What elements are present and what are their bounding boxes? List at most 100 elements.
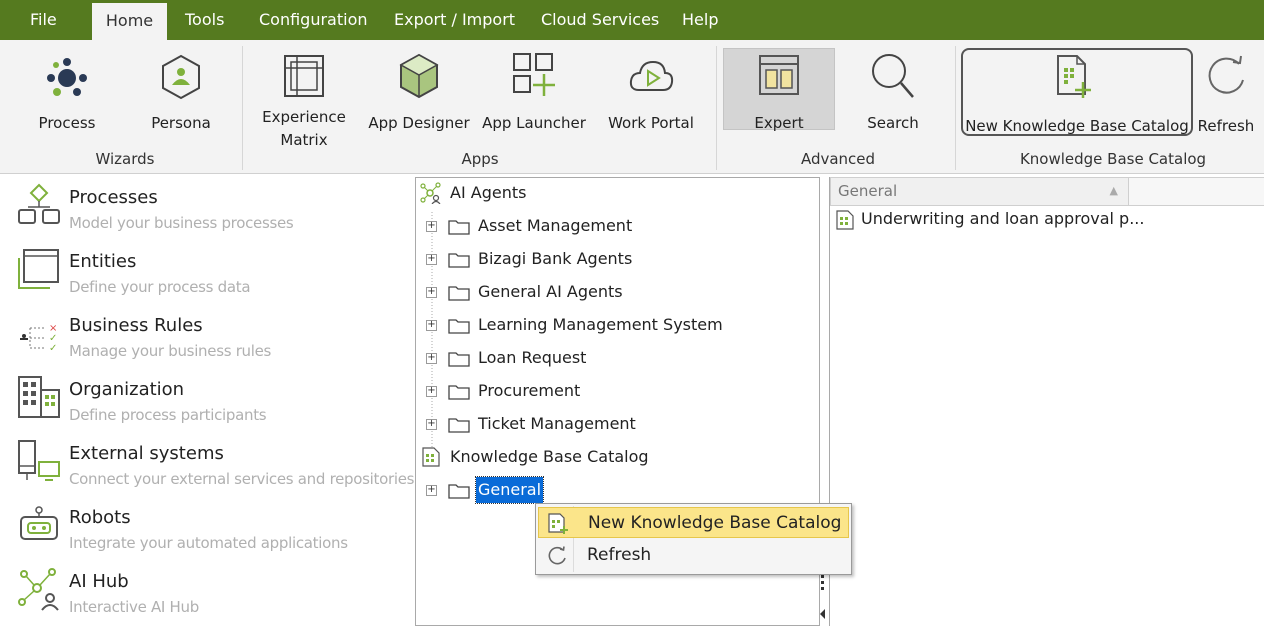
- tree-label: AI Agents: [450, 183, 527, 202]
- list-item-label: Underwriting and loan approval p...: [861, 209, 1145, 228]
- detail-list-panel: General ▲ Underwriting and loan approval…: [829, 177, 1264, 626]
- experience-matrix-button[interactable]: Experience Matrix: [258, 48, 350, 149]
- nav-title: Organization: [69, 379, 185, 400]
- tree-label: Loan Request: [478, 348, 587, 367]
- organization-icon: [18, 376, 60, 418]
- menu-tab-cloud-services[interactable]: Cloud Services: [541, 0, 659, 40]
- kb-catalog-icon: [836, 210, 854, 230]
- folder-icon: [448, 352, 470, 367]
- column-header-empty: [1129, 177, 1264, 206]
- tree-node-kb-catalog[interactable]: Knowledge Base Catalog: [420, 444, 780, 470]
- tree-folder[interactable]: + Learning Management System: [426, 312, 786, 338]
- tree-folder[interactable]: + Bizagi Bank Agents: [426, 246, 786, 272]
- tree-folder[interactable]: + General AI Agents: [426, 279, 786, 305]
- search-button[interactable]: Search: [848, 48, 938, 138]
- menu-tab-file[interactable]: File: [30, 0, 57, 40]
- expand-icon[interactable]: +: [426, 320, 437, 331]
- process-label: Process: [38, 114, 96, 132]
- menu-tab-configuration[interactable]: Configuration: [259, 0, 368, 40]
- expand-icon[interactable]: +: [426, 254, 437, 265]
- tree-folder-general[interactable]: + General: [426, 476, 786, 504]
- context-menu-label: New Knowledge Base Catalog: [588, 513, 842, 533]
- tree-node-ai-agents[interactable]: AI Agents: [420, 180, 720, 206]
- refresh-label: Refresh: [1197, 117, 1255, 135]
- group-label-kb-catalog: Knowledge Base Catalog: [1019, 150, 1207, 168]
- nav-item-ai-hub[interactable]: AI Hub Interactive AI Hub: [0, 558, 414, 622]
- nav-title: External systems: [69, 443, 224, 464]
- group-label-wizards: Wizards: [95, 150, 155, 168]
- expert-button[interactable]: Expert: [723, 48, 835, 138]
- expand-icon[interactable]: +: [426, 287, 437, 298]
- folder-icon: [448, 418, 470, 433]
- work-portal-button[interactable]: Work Portal: [600, 48, 702, 138]
- nav-item-external-systems[interactable]: External systems Connect your external s…: [0, 430, 414, 494]
- nav-title: Robots: [69, 507, 131, 528]
- tree-folder[interactable]: + Ticket Management: [426, 411, 786, 437]
- expand-icon[interactable]: +: [426, 485, 437, 496]
- sort-up-icon: ▲: [1109, 184, 1118, 197]
- group-label-apps: Apps: [461, 150, 499, 168]
- menu-tab-home[interactable]: Home: [92, 3, 167, 40]
- app-designer-label: App Designer: [368, 114, 470, 132]
- scroll-splitter[interactable]: [818, 573, 827, 626]
- nav-item-processes[interactable]: Processes Model your business processes: [0, 174, 414, 238]
- work-portal-label: Work Portal: [608, 114, 694, 132]
- left-navigation: Processes Model your business processes …: [0, 174, 414, 626]
- tree-label: Asset Management: [478, 216, 633, 235]
- context-menu-new-kb-catalog[interactable]: New Knowledge Base Catalog: [538, 507, 849, 538]
- expand-icon[interactable]: +: [426, 353, 437, 364]
- nav-subtitle: Manage your business rules: [69, 342, 272, 360]
- experience-matrix-label-2: Matrix: [280, 131, 328, 149]
- search-label: Search: [867, 114, 919, 132]
- tree-label: Learning Management System: [478, 315, 723, 334]
- expand-icon[interactable]: +: [426, 419, 437, 430]
- nav-item-robots[interactable]: Robots Integrate your automated applicat…: [0, 494, 414, 558]
- persona-icon: [162, 54, 200, 100]
- tree-folder[interactable]: + Loan Request: [426, 345, 786, 371]
- folder-icon: [448, 220, 470, 235]
- persona-wizard-button[interactable]: Persona: [138, 48, 224, 138]
- expand-icon[interactable]: +: [426, 386, 437, 397]
- nav-subtitle: Model your business processes: [69, 214, 294, 232]
- nav-title: Business Rules: [69, 315, 203, 336]
- nav-title: Processes: [69, 187, 158, 208]
- nav-subtitle: Define your process data: [69, 278, 251, 296]
- ai-hub-icon: [18, 568, 59, 611]
- tree-folder[interactable]: + Asset Management: [426, 213, 786, 239]
- business-rules-icon: × ✓ ✓: [20, 323, 57, 354]
- nav-item-business-rules[interactable]: × ✓ ✓ Business Rules Manage your busines…: [0, 302, 414, 366]
- app-launcher-button[interactable]: App Launcher: [480, 48, 588, 138]
- context-menu-refresh[interactable]: Refresh: [538, 540, 849, 571]
- robot-icon: [20, 506, 58, 540]
- refresh-icon: [548, 546, 566, 565]
- menu-tab-export-import[interactable]: Export / Import: [394, 0, 515, 40]
- tree-label: General AI Agents: [478, 282, 623, 301]
- app-launcher-icon: [513, 53, 555, 96]
- external-systems-icon: [18, 440, 60, 481]
- new-kb-catalog-icon: [548, 513, 568, 534]
- column-header-label: General: [838, 182, 898, 200]
- nav-title: Entities: [69, 251, 137, 272]
- app-launcher-label: App Launcher: [482, 114, 586, 132]
- menu-tab-tools[interactable]: Tools: [185, 0, 224, 40]
- group-separator: [716, 46, 717, 170]
- column-header-general[interactable]: General ▲: [830, 177, 1129, 206]
- new-kb-catalog-button[interactable]: New Knowledge Base Catalog: [963, 48, 1191, 138]
- menu-tab-help[interactable]: Help: [682, 0, 718, 40]
- nav-subtitle: Interactive AI Hub: [69, 598, 199, 616]
- expert-label: Expert: [754, 114, 804, 132]
- refresh-icon: [1208, 55, 1244, 94]
- tree-label: Knowledge Base Catalog: [450, 447, 649, 466]
- kb-catalog-icon: [422, 447, 440, 467]
- expand-icon[interactable]: +: [426, 221, 437, 232]
- svg-text:✓: ✓: [49, 343, 57, 354]
- refresh-button[interactable]: Refresh: [1195, 48, 1257, 138]
- nav-item-organization[interactable]: Organization Define process participants: [0, 366, 414, 430]
- nav-subtitle: Connect your external services and repos…: [69, 470, 415, 488]
- tree-folder[interactable]: + Procurement: [426, 378, 786, 404]
- nav-item-entities[interactable]: Entities Define your process data: [0, 238, 414, 302]
- expert-icon: [759, 55, 799, 95]
- group-separator: [242, 46, 243, 170]
- process-wizard-button[interactable]: Process: [22, 48, 112, 138]
- app-designer-button[interactable]: App Designer: [366, 48, 472, 138]
